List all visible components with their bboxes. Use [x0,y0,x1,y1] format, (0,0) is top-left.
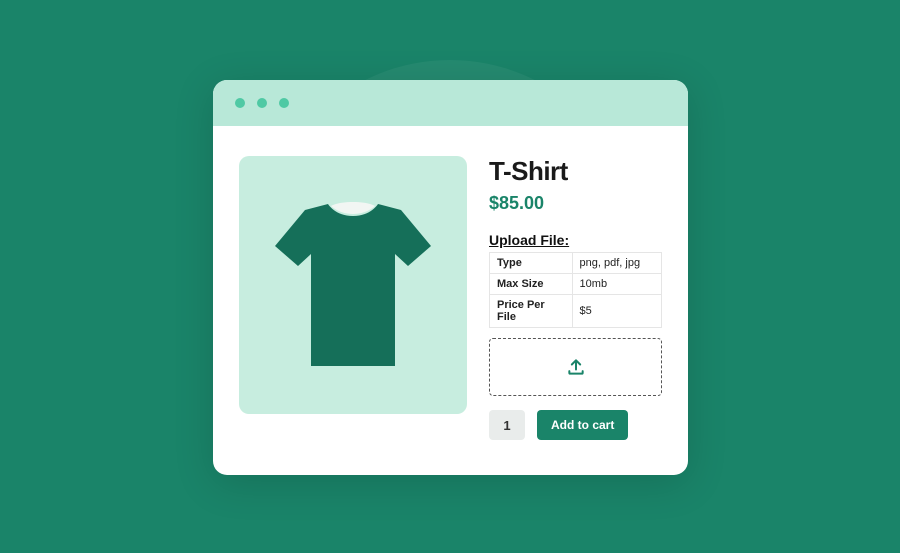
spec-value: png, pdf, jpg [572,253,661,274]
spec-label: Type [490,253,573,274]
product-image [239,156,467,414]
browser-window: T-Shirt $85.00 Upload File: Type png, pd… [213,80,688,475]
product-details: T-Shirt $85.00 Upload File: Type png, pd… [489,156,662,440]
product-title: T-Shirt [489,156,662,187]
window-dot-icon [235,98,245,108]
table-row: Max Size 10mb [490,274,662,295]
window-dot-icon [279,98,289,108]
spec-value: 10mb [572,274,661,295]
upload-spec-table: Type png, pdf, jpg Max Size 10mb Price P… [489,252,662,328]
quantity-stepper[interactable] [489,410,525,440]
spec-label: Max Size [490,274,573,295]
upload-icon [566,357,586,377]
window-dot-icon [257,98,267,108]
table-row: Type png, pdf, jpg [490,253,662,274]
table-row: Price Per File $5 [490,295,662,328]
window-titlebar [213,80,688,126]
product-page: T-Shirt $85.00 Upload File: Type png, pd… [213,126,688,464]
product-price: $85.00 [489,193,662,214]
cart-actions: Add to cart [489,410,662,440]
add-to-cart-button[interactable]: Add to cart [537,410,628,440]
tshirt-icon [273,200,433,370]
spec-label: Price Per File [490,295,573,328]
file-upload-dropzone[interactable] [489,338,662,396]
spec-value: $5 [572,295,661,328]
upload-section-heading: Upload File: [489,232,662,248]
